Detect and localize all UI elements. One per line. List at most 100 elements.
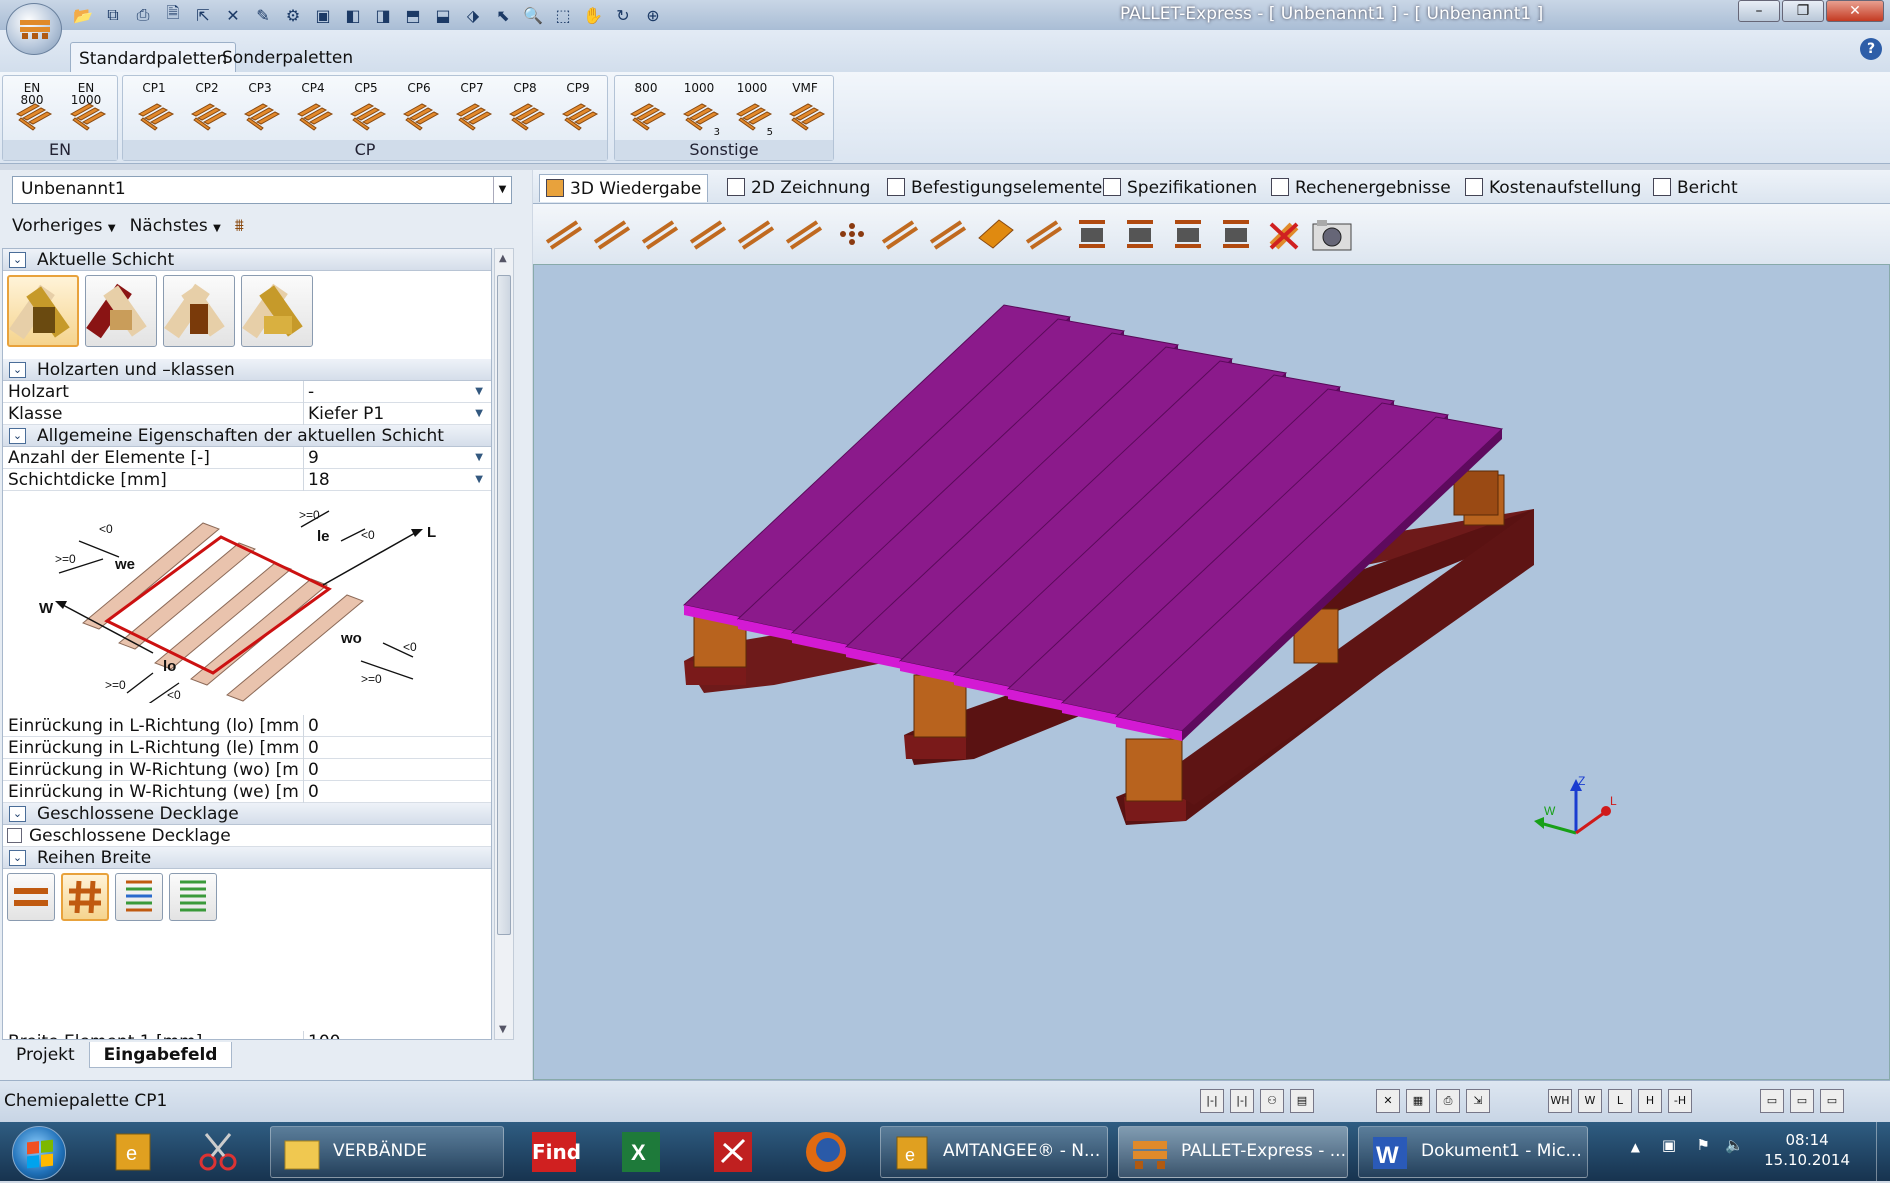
show-desktop-button[interactable] (1876, 1122, 1890, 1181)
view-side-icon[interactable]: ◧ (340, 2, 366, 28)
pallet-button-en1000[interactable]: EN 1000 (61, 82, 111, 138)
collapse-icon[interactable]: ⌄ (9, 362, 26, 378)
pallet-button-en800[interactable]: EN 800 (7, 82, 57, 138)
l-icon[interactable]: L (1608, 1089, 1632, 1113)
section-allgemein[interactable]: ⌄ Allgemeine Eigenschaften der aktuellen … (3, 425, 491, 447)
layer-type-button-2[interactable] (85, 275, 157, 347)
layout1-icon[interactable]: ▭ (1760, 1089, 1784, 1113)
section-decklage[interactable]: ⌄ Geschlossene Decklage (3, 803, 491, 825)
taskbar-excel-icon[interactable]: X (604, 1126, 680, 1178)
pallet-button-sonstige-4[interactable]: VMF (780, 82, 830, 138)
pointer-icon[interactable]: ⬉ (490, 2, 516, 28)
dropdown-icon[interactable]: ▼ (475, 447, 483, 469)
tab-befestigungselemente[interactable]: Befestigungselemente (881, 174, 1108, 202)
solid-board-icon[interactable] (973, 214, 1019, 254)
delete-layer-icon[interactable] (1261, 214, 1307, 254)
prop-value[interactable]: 0 (303, 737, 489, 759)
collapse-icon[interactable]: ⌄ (9, 252, 26, 268)
scroll-up-icon[interactable]: ▲ (499, 253, 507, 264)
taskbar-item-amtangee[interactable]: e AMTANGEE® - N... (880, 1126, 1108, 1178)
scroll-down-icon[interactable]: ▼ (499, 1024, 507, 1035)
tab-eingabefeld[interactable]: Eingabefeld (88, 1042, 233, 1068)
pallet-button-cp1[interactable]: CP1 (129, 82, 179, 138)
delete-icon[interactable]: ✕ (220, 2, 246, 28)
boards-diag-icon[interactable] (541, 214, 587, 254)
slats-wave-icon[interactable] (781, 214, 827, 254)
clock[interactable]: 08:14 15.10.2014 (1764, 1130, 1850, 1170)
dropdown-icon[interactable]: ▼ (475, 469, 483, 491)
collapse-icon[interactable]: ⌄ (9, 850, 26, 866)
taskbar-item-verbaende[interactable]: VERBÄNDE (270, 1126, 504, 1178)
layer-up-icon[interactable] (1069, 214, 1115, 254)
layer-type-button-1[interactable] (7, 275, 79, 347)
export-icon[interactable]: ⇲ (1466, 1089, 1490, 1113)
view-top-icon[interactable]: ◨ (370, 2, 396, 28)
layer-top-icon[interactable] (1165, 214, 1211, 254)
property-scrollbar[interactable]: ▲ ▼ (494, 248, 514, 1040)
pallet-button-sonstige-1[interactable]: 800 (621, 82, 671, 138)
prop-value[interactable]: 100 (303, 1031, 489, 1039)
table-icon[interactable]: ▦ (1406, 1089, 1430, 1113)
minimize-button[interactable]: – (1738, 0, 1780, 22)
network-icon[interactable]: ⚑ (1697, 1136, 1710, 1154)
layout2-icon[interactable]: ▭ (1790, 1089, 1814, 1113)
dimension2-icon[interactable]: |-| (1230, 1089, 1254, 1113)
tab-kostenaufstellung[interactable]: Kostenaufstellung (1459, 174, 1647, 202)
layout3-icon[interactable]: ▭ (1820, 1089, 1844, 1113)
row-list-button-2[interactable] (169, 873, 217, 921)
3d-viewport[interactable]: Z W L (533, 264, 1890, 1080)
export-icon[interactable]: ⇱ (190, 2, 216, 28)
boards-wide-icon[interactable] (685, 214, 731, 254)
taskbar-pdf-icon[interactable] (696, 1126, 772, 1178)
tab-bericht[interactable]: Bericht (1647, 174, 1744, 202)
zoom-extents-icon[interactable]: ⊕ (640, 2, 666, 28)
view-iso-icon[interactable]: ⬒ (400, 2, 426, 28)
prop-anzahl[interactable]: Anzahl der Elemente [-] 9 ▼ (3, 447, 491, 469)
rotate-icon[interactable]: ↻ (610, 2, 636, 28)
prop-value[interactable]: Kiefer P1 (303, 403, 489, 425)
prop-value[interactable]: 9 (303, 447, 489, 469)
collapse-icon[interactable]: ⌄ (9, 806, 26, 822)
help-icon[interactable]: ? (1860, 38, 1882, 60)
copy-icon[interactable]: ⧉ (100, 2, 126, 28)
dropdown-icon[interactable]: ▼ (475, 403, 483, 425)
prop-value[interactable]: 0 (303, 781, 489, 803)
previous-button[interactable]: Vorheriges ▼ (12, 216, 116, 236)
row-list-button-1[interactable] (115, 873, 163, 921)
pallet-button-cp2[interactable]: CP2 (182, 82, 232, 138)
pallet-button-sonstige-2[interactable]: 1000 3 (674, 82, 724, 138)
prop-breite-element-1[interactable]: Breite Element 1 [mm] 100 (3, 1031, 491, 1039)
prop-klasse[interactable]: Klasse Kiefer P1 ▼ (3, 403, 491, 425)
prop-einrueckung-lo[interactable]: Einrückung in L-Richtung (lo) [mm 0 (3, 715, 491, 737)
pallet-button-cp4[interactable]: CP4 (288, 82, 338, 138)
board-frame2-icon[interactable] (925, 214, 971, 254)
wh-icon[interactable]: WH (1548, 1089, 1572, 1113)
layer-type-button-3[interactable] (163, 275, 235, 347)
taskbar-app-icon-1[interactable]: e (96, 1126, 172, 1178)
prop-einrueckung-wo[interactable]: Einrückung in W-Richtung (wo) [m 0 (3, 759, 491, 781)
prop-decklage-checkbox[interactable]: Geschlossene Decklage (3, 825, 491, 847)
zoom-icon[interactable]: 🔍 (520, 2, 546, 28)
open-icon[interactable]: 📂 (70, 2, 96, 28)
tab-rechenergebnisse[interactable]: Rechenergebnisse (1265, 174, 1457, 202)
pallet-button-cp6[interactable]: CP6 (394, 82, 444, 138)
section-reihen-breite[interactable]: ⌄ Reihen Breite (3, 847, 491, 869)
application-menu-button[interactable] (6, 3, 62, 55)
prop-value[interactable]: - (303, 381, 489, 403)
pallet-button-cp8[interactable]: CP8 (500, 82, 550, 138)
prop-einrueckung-le[interactable]: Einrückung in L-Richtung (le) [mm 0 (3, 737, 491, 759)
edit-icon[interactable]: ✎ (250, 2, 276, 28)
boards-flat-icon[interactable] (589, 214, 635, 254)
slats-icon[interactable] (733, 214, 779, 254)
checkbox[interactable] (7, 828, 22, 843)
project-combo[interactable]: Unbenannt1 ▼ (12, 176, 512, 204)
pallet-button-cp3[interactable]: CP3 (235, 82, 285, 138)
camera-icon[interactable] (1309, 214, 1355, 254)
preview-icon[interactable]: 🗎 (160, 2, 186, 28)
pallet-button-cp5[interactable]: CP5 (341, 82, 391, 138)
prop-holzart[interactable]: Holzart - ▼ (3, 381, 491, 403)
close-button[interactable]: ✕ (1826, 0, 1884, 22)
prop-einrueckung-we[interactable]: Einrückung in W-Richtung (we) [m 0 (3, 781, 491, 803)
tab-3d-wiedergabe[interactable]: 3D Wiedergabe (539, 174, 709, 202)
taskbar-snipping-icon[interactable] (180, 1126, 256, 1178)
